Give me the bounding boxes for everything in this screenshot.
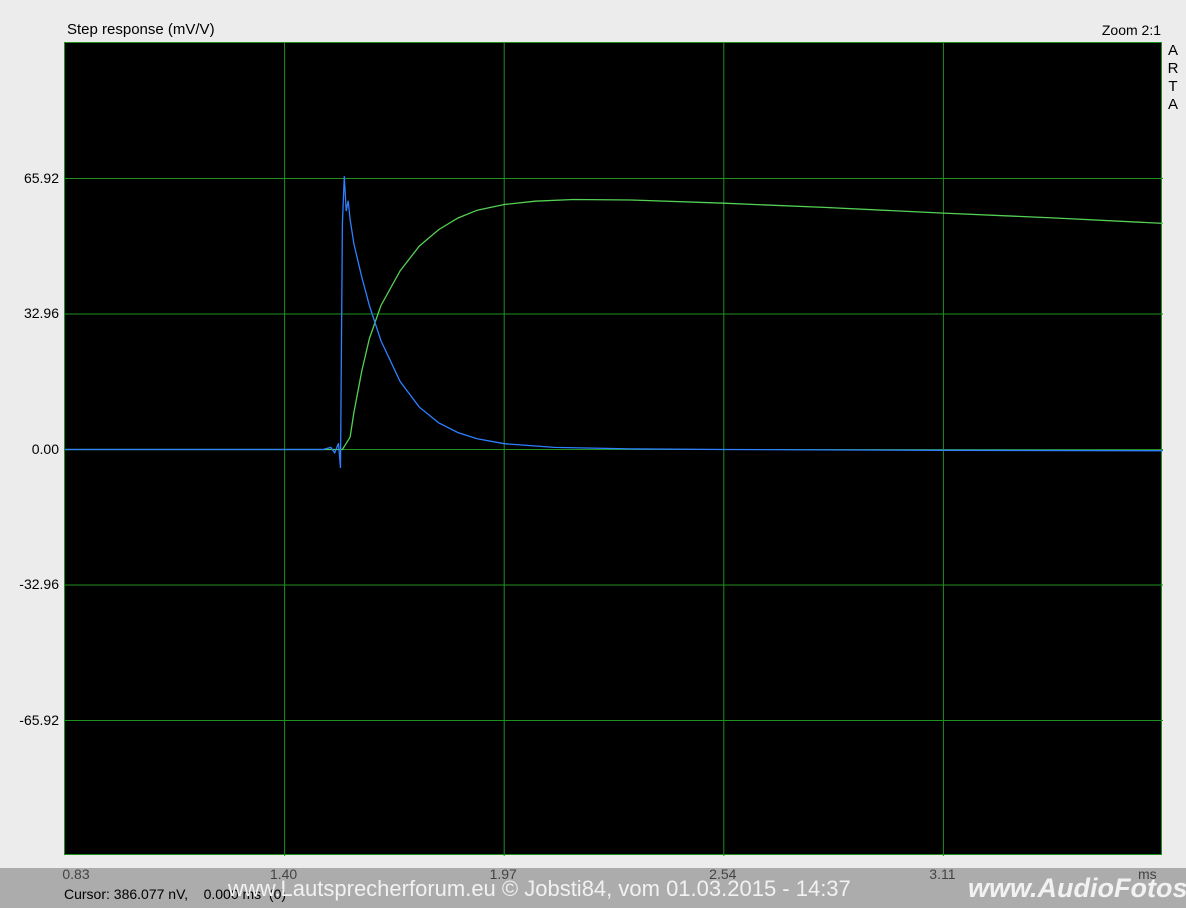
arta-letter: R (1167, 60, 1179, 77)
chart-title: Step response (mV/V) (67, 21, 215, 38)
series-line-green (65, 198, 1163, 451)
watermark-text: www.Lautsprecherforum.eu © Jobsti84, vom… (228, 876, 851, 901)
audiofotos-logo: www.AudioFotos.eu (968, 873, 1186, 903)
zoom-level: Zoom 2:1 (1101, 22, 1161, 38)
arta-letter: T (1168, 78, 1178, 95)
arta-letter: A (1167, 42, 1178, 59)
series-line-blue (65, 176, 1163, 469)
y-tick-label: -65.92 (19, 711, 59, 728)
plot-area[interactable] (64, 42, 1163, 856)
chart-canvas (65, 43, 1163, 856)
y-tick-label: 0.00 (31, 440, 59, 457)
arta-brand: A R T A (1166, 42, 1180, 114)
y-tick-label: -32.96 (19, 576, 59, 592)
arta-letter: A (1167, 96, 1178, 113)
y-tick-label: 65.92 (23, 169, 59, 186)
y-tick-label: 32.96 (23, 305, 59, 321)
